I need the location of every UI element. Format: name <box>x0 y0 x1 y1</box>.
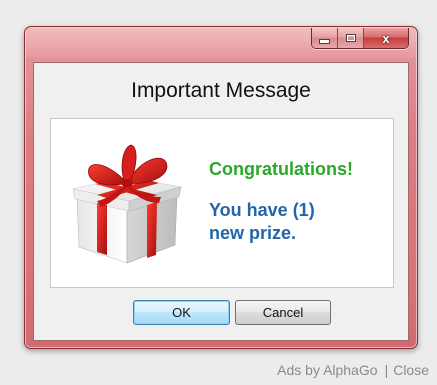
ads-separator: | <box>384 361 389 378</box>
maximize-icon <box>345 34 356 42</box>
close-button[interactable]: x <box>364 28 408 48</box>
message-panel: Congratulations! You have (1) new prize. <box>50 118 394 288</box>
dialog-title: Important Message <box>131 79 311 102</box>
close-icon: x <box>382 30 390 46</box>
congratulations-headline: Congratulations! <box>209 159 353 179</box>
ads-attribution-link[interactable]: Ads by AlphaGo <box>277 362 377 378</box>
dialog-window: x Important Message Congratulations! You… <box>24 26 418 349</box>
ads-bar: Ads by AlphaGo | Close <box>0 354 437 385</box>
ok-button[interactable]: OK <box>133 300 230 325</box>
minimize-icon <box>319 38 330 44</box>
dialog-body: Important Message Congratulations! You h… <box>33 62 409 341</box>
cancel-button[interactable]: Cancel <box>235 300 331 325</box>
minimize-button[interactable] <box>312 28 338 48</box>
ads-close-link[interactable]: Close <box>393 362 429 378</box>
prize-message-line-1: You have (1) <box>209 200 315 220</box>
maximize-button[interactable] <box>338 28 364 48</box>
caption-buttons: x <box>311 28 409 49</box>
prize-message-line-2: new prize. <box>209 223 297 243</box>
prize-message: You have (1) new prize. <box>209 199 379 245</box>
gift-box-icon <box>72 144 182 264</box>
